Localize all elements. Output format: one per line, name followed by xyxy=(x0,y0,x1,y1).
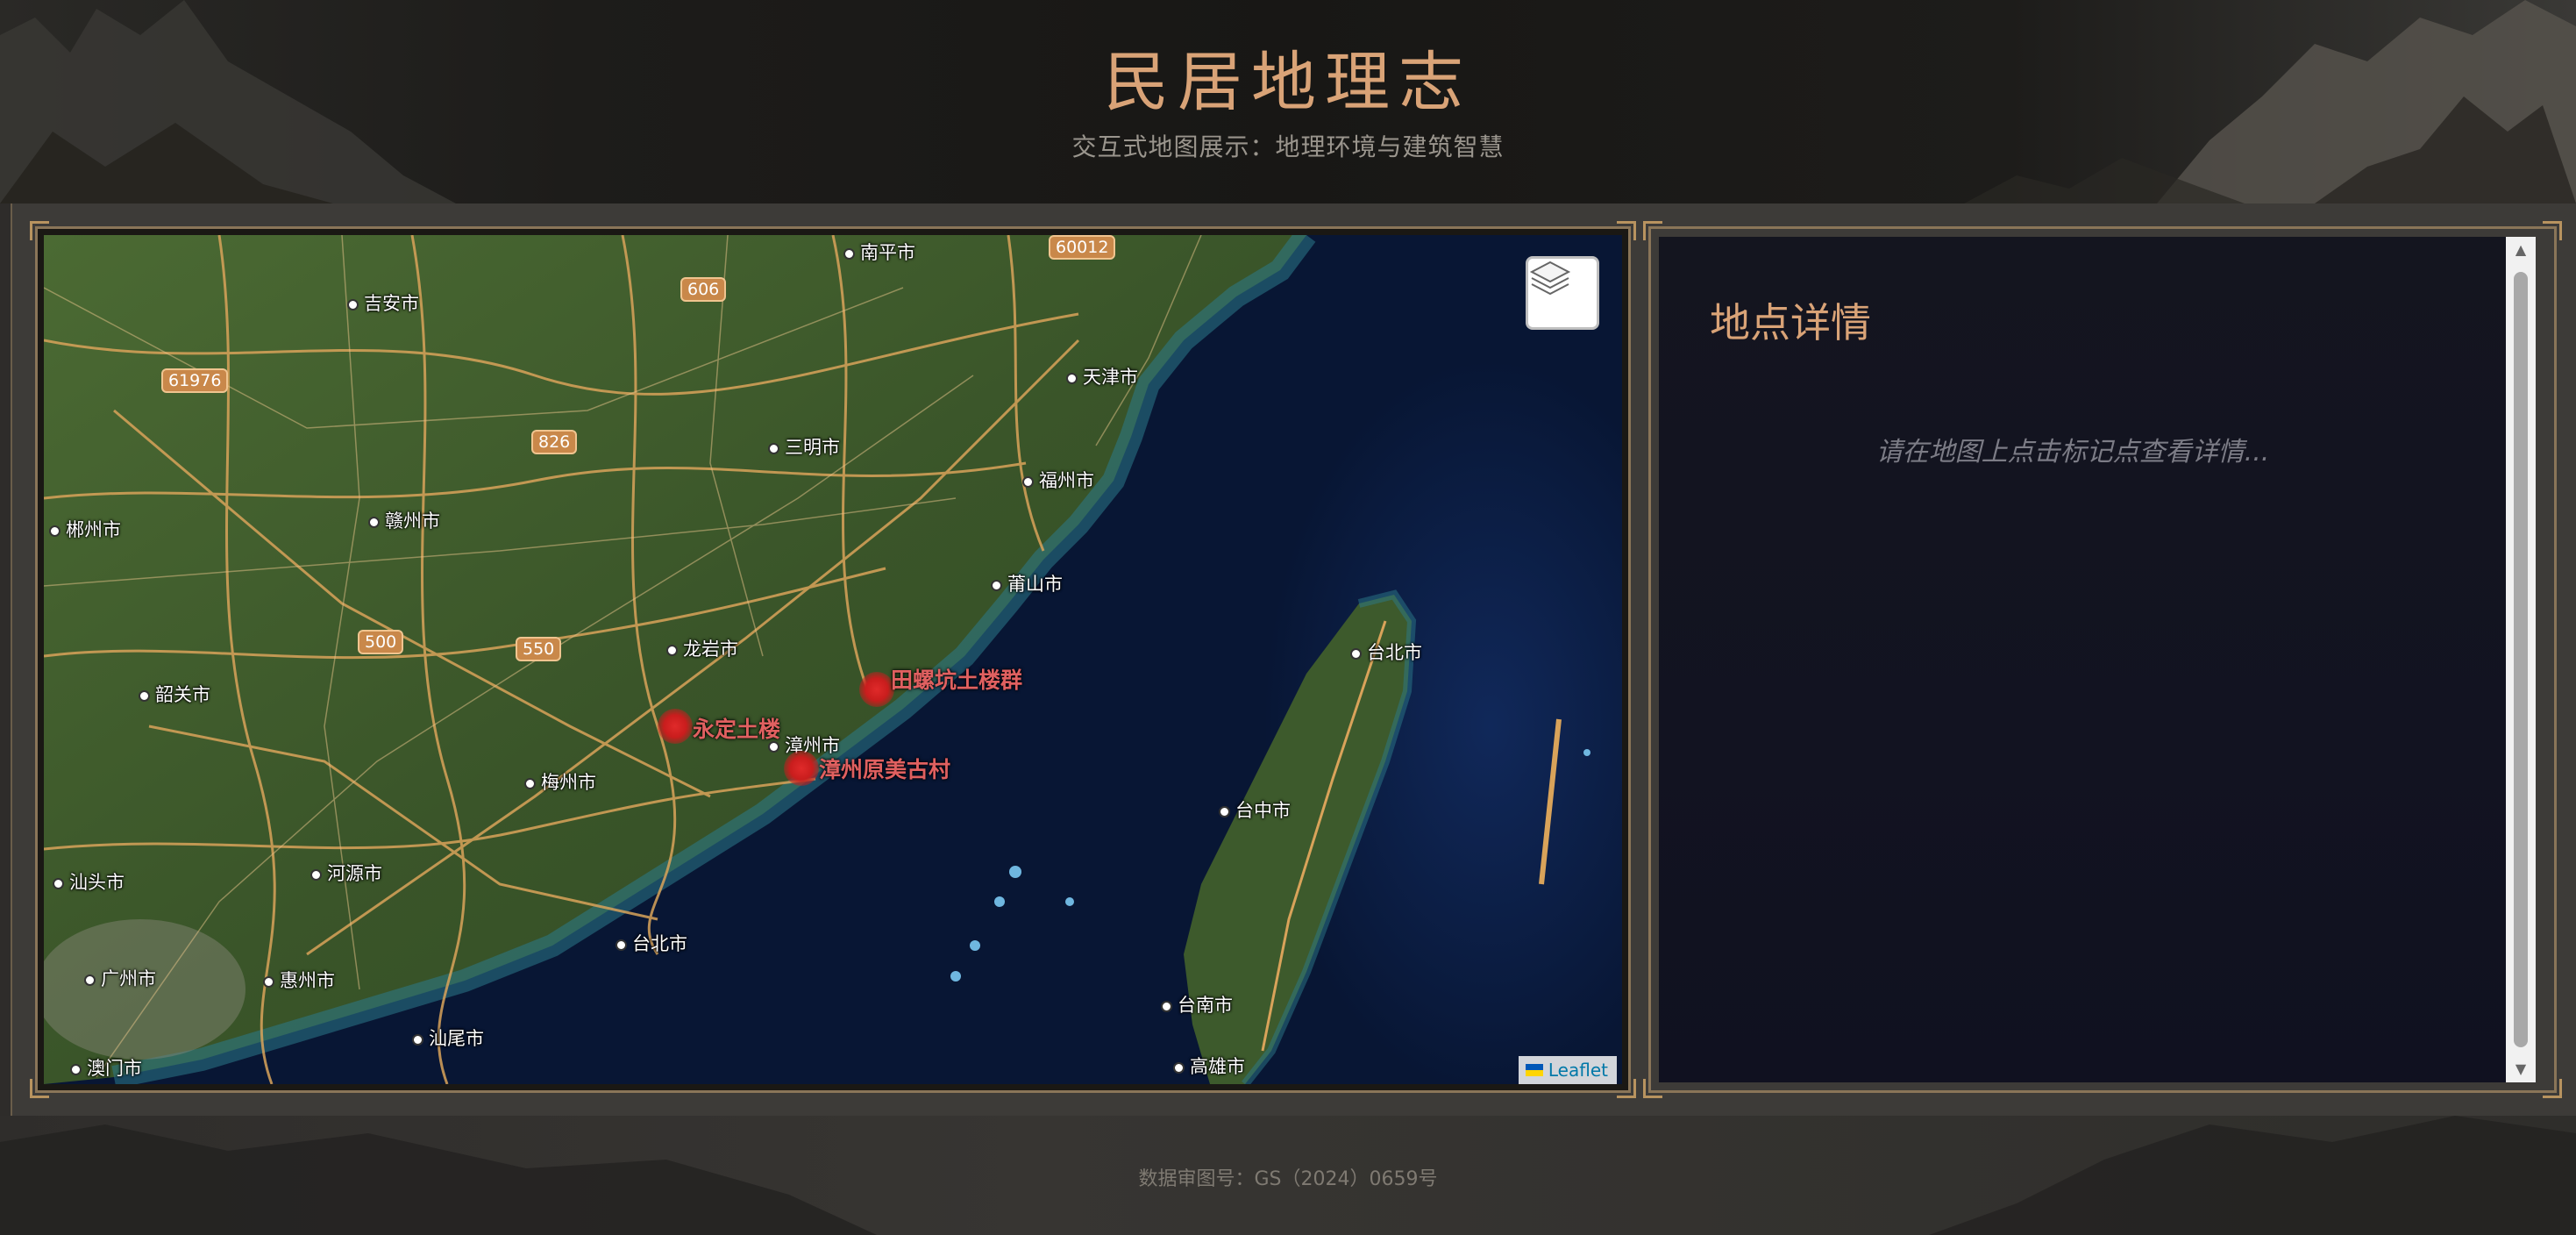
layers-icon xyxy=(1529,261,1571,296)
city-dot-icon xyxy=(768,442,779,454)
city-dot-icon xyxy=(1066,372,1078,384)
city-dot-icon xyxy=(368,516,380,528)
detail-hint: 请在地图上点击标记点查看详情... xyxy=(1875,437,2270,468)
city-dot-icon xyxy=(991,579,1002,591)
location-marker[interactable] xyxy=(784,751,819,786)
road-shield: 550 xyxy=(516,637,562,661)
city-label: 广州市 xyxy=(84,965,156,991)
left-edge-decoration xyxy=(0,203,12,1235)
scroll-down-arrow-icon[interactable]: ▼ xyxy=(2506,1056,2536,1082)
city-dot-icon xyxy=(139,689,150,702)
city-label: 台北市 xyxy=(616,930,687,956)
page-footer: 数据审图号：GS（2024）0659号 xyxy=(0,1116,2576,1235)
city-dot-icon xyxy=(70,1063,82,1075)
city-label: 梅州市 xyxy=(524,768,596,795)
page-title: 民居地理志 xyxy=(1104,45,1472,120)
city-dot-icon xyxy=(666,644,678,656)
road-shield: 606 xyxy=(680,277,727,302)
detail-panel: 地点详情 请在地图上点击标记点查看详情... ▲ ▼ xyxy=(1659,237,2536,1082)
city-dot-icon xyxy=(524,777,536,789)
scroll-up-arrow-icon[interactable]: ▲ xyxy=(2506,237,2536,263)
city-label: 福州市 xyxy=(1022,467,1094,493)
city-dot-icon xyxy=(843,247,855,260)
city-label: 惠州市 xyxy=(263,967,335,993)
map-attribution[interactable]: Leaflet xyxy=(1518,1056,1617,1084)
city-dot-icon xyxy=(84,974,96,986)
frame-corner xyxy=(2543,1079,2562,1098)
city-dot-icon xyxy=(1161,1000,1172,1012)
marker-label[interactable]: 永定土楼 xyxy=(693,712,780,744)
city-label: 韶关市 xyxy=(139,681,210,707)
city-label: 莆山市 xyxy=(991,570,1063,596)
city-label: 台北市 xyxy=(1350,639,1422,665)
city-label: 三明市 xyxy=(768,433,840,460)
city-label: 高雄市 xyxy=(1173,1053,1245,1079)
detail-title: 地点详情 xyxy=(1710,299,1871,346)
city-dot-icon xyxy=(412,1033,423,1046)
city-dot-icon xyxy=(263,975,274,988)
road-shield: 61976 xyxy=(161,368,229,393)
layers-control-button[interactable] xyxy=(1526,256,1599,330)
page-header: 民居地理志 交互式地图展示：地理环境与建筑智慧 xyxy=(0,0,2576,206)
city-label: 台中市 xyxy=(1219,796,1291,823)
city-label: 台南市 xyxy=(1161,991,1233,1017)
city-dot-icon xyxy=(1350,647,1362,660)
city-label: 龙岩市 xyxy=(666,635,738,661)
city-dot-icon xyxy=(49,525,60,537)
city-dot-icon xyxy=(310,868,322,881)
location-marker[interactable] xyxy=(859,672,894,707)
marker-label[interactable]: 漳州原美古村 xyxy=(819,753,950,784)
location-marker[interactable] xyxy=(658,709,693,744)
city-label: 天津市 xyxy=(1066,363,1138,389)
city-dot-icon xyxy=(347,298,359,311)
road-shield: 500 xyxy=(358,630,404,654)
detail-scrollbar[interactable]: ▲ ▼ xyxy=(2506,237,2536,1082)
city-label: 南平市 xyxy=(843,239,915,265)
city-label: 郴州市 xyxy=(49,516,121,542)
city-dot-icon xyxy=(1219,805,1230,817)
city-dot-icon xyxy=(616,939,627,951)
city-label: 赣州市 xyxy=(368,507,440,533)
leaflet-link[interactable]: Leaflet xyxy=(1548,1060,1608,1081)
frame-corner xyxy=(2543,221,2562,240)
city-dot-icon xyxy=(1022,475,1034,488)
page-subtitle: 交互式地图展示：地理环境与建筑智慧 xyxy=(1071,132,1505,161)
city-label: 吉安市 xyxy=(347,289,419,316)
scroll-thumb[interactable] xyxy=(2514,272,2528,1047)
map-view[interactable]: 60012 606 61976 826 500 550 南平市 吉安市 天津市 … xyxy=(44,235,1622,1084)
map-approval-number: 数据审图号：GS（2024）0659号 xyxy=(1138,1168,1438,1190)
city-dot-icon xyxy=(1173,1061,1185,1074)
city-label: 河源市 xyxy=(310,860,382,886)
road-shield: 60012 xyxy=(1049,235,1116,260)
city-label: 澳门市 xyxy=(70,1054,142,1081)
city-label: 汕尾市 xyxy=(412,1024,484,1051)
road-shield: 826 xyxy=(531,430,578,454)
city-dot-icon xyxy=(53,877,64,889)
marker-label[interactable]: 田螺坑土楼群 xyxy=(891,663,1022,695)
city-label: 汕头市 xyxy=(53,868,125,895)
ukraine-flag-icon xyxy=(1525,1064,1543,1076)
